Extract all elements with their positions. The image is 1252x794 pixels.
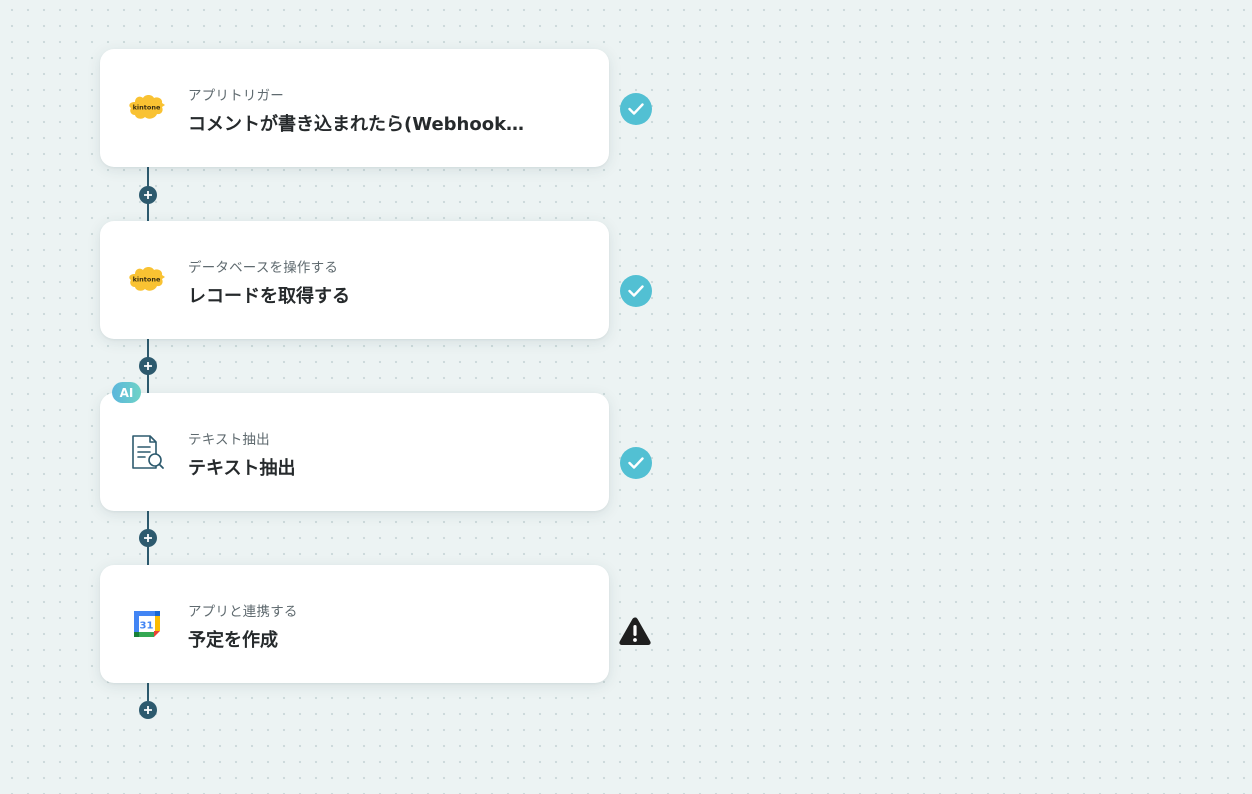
step-title: 予定を作成 bbox=[188, 630, 278, 651]
kintone-logo-icon: kintone bbox=[127, 90, 167, 126]
document-search-icon bbox=[127, 434, 167, 470]
add-step-button[interactable] bbox=[139, 529, 157, 547]
google-calendar-icon: 31 bbox=[127, 606, 167, 642]
ai-badge: AI bbox=[112, 382, 141, 403]
flow-step-card-text-extraction[interactable]: AI テキスト抽出 テキスト抽出 bbox=[100, 382, 609, 511]
kintone-logo-text: kintone bbox=[133, 276, 161, 284]
step-type-label: アプリと連携する bbox=[188, 604, 298, 620]
calendar-day-text: 31 bbox=[140, 621, 154, 632]
workflow-canvas: kintone アプリトリガー コメントが書き込まれたら(Webhook… ki… bbox=[0, 0, 1252, 794]
warning-status-icon bbox=[618, 615, 652, 647]
kintone-logo-icon: kintone bbox=[127, 262, 167, 298]
checkmark-icon bbox=[628, 457, 644, 469]
flow-step-card-create-event[interactable]: 31 アプリと連携する 予定を作成 bbox=[100, 565, 609, 683]
success-status-icon bbox=[620, 93, 652, 125]
plus-icon bbox=[144, 706, 152, 714]
success-status-icon bbox=[620, 275, 652, 307]
checkmark-icon bbox=[628, 285, 644, 297]
step-type-label: アプリトリガー bbox=[188, 88, 284, 104]
connector-line bbox=[147, 683, 149, 701]
kintone-logo-text: kintone bbox=[133, 104, 161, 112]
checkmark-icon bbox=[628, 103, 644, 115]
step-title: コメントが書き込まれたら(Webhook… bbox=[188, 114, 525, 135]
add-step-button[interactable] bbox=[139, 701, 157, 719]
flow-step-card-get-records[interactable]: kintone データベースを操作する レコードを取得する bbox=[100, 221, 609, 339]
success-status-icon bbox=[620, 447, 652, 479]
step-type-label: データベースを操作する bbox=[188, 260, 339, 276]
plus-icon bbox=[144, 362, 152, 370]
flow-step-card-trigger[interactable]: kintone アプリトリガー コメントが書き込まれたら(Webhook… bbox=[100, 49, 609, 167]
plus-icon bbox=[144, 534, 152, 542]
step-type-label: テキスト抽出 bbox=[188, 432, 270, 448]
step-title: テキスト抽出 bbox=[188, 458, 296, 479]
plus-icon bbox=[144, 191, 152, 199]
step-title: レコードを取得する bbox=[188, 286, 350, 307]
add-step-button[interactable] bbox=[139, 186, 157, 204]
add-step-button[interactable] bbox=[139, 357, 157, 375]
